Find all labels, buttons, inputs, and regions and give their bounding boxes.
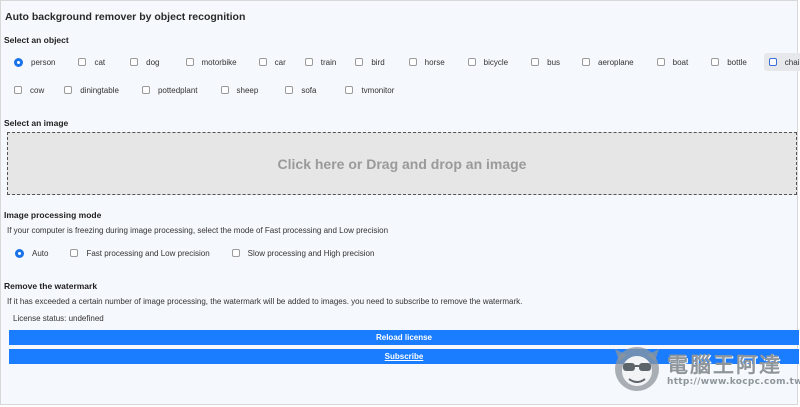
checkbox-icon[interactable]: [408, 58, 417, 66]
object-option-person[interactable]: person: [9, 53, 61, 71]
mascot-icon: [615, 347, 659, 391]
object-option-train[interactable]: train: [300, 53, 343, 71]
object-label: bottle: [727, 57, 747, 67]
mode-option-1[interactable]: Fast processing and Low precision: [70, 248, 210, 258]
object-label: bus: [547, 57, 561, 67]
checkbox-icon[interactable]: [64, 86, 73, 94]
object-option-bottle[interactable]: bottle: [706, 53, 753, 71]
checkbox-icon[interactable]: [531, 58, 540, 66]
checkbox-icon[interactable]: [258, 58, 267, 66]
object-option-bicycle[interactable]: bicycle: [463, 53, 514, 71]
object-label: person: [31, 57, 56, 67]
object-option-aeroplane[interactable]: aeroplane: [577, 53, 640, 71]
license-status: License status: undefined: [13, 314, 104, 323]
mode-option-0[interactable]: Auto: [15, 248, 49, 258]
checkbox-icon[interactable]: [355, 58, 364, 66]
object-option-motorbike[interactable]: motorbike: [181, 53, 243, 71]
checkbox-icon[interactable]: [656, 58, 665, 66]
object-label: dog: [146, 57, 160, 67]
processing-description: If your computer is freezing during imag…: [7, 226, 389, 235]
checkbox-icon[interactable]: [768, 58, 777, 66]
checkbox-icon[interactable]: [14, 86, 22, 94]
object-label: cat: [94, 57, 106, 67]
object-label: sofa: [301, 85, 317, 95]
object-label: bird: [371, 57, 385, 67]
object-option-diningtable[interactable]: diningtable: [59, 81, 125, 99]
object-option-boat[interactable]: boat: [652, 53, 695, 71]
image-heading: Select an image: [4, 118, 69, 128]
checkbox-icon[interactable]: [130, 58, 139, 66]
checkbox-icon[interactable]: [78, 58, 87, 66]
watermark-heading: Remove the watermark: [4, 281, 98, 291]
object-label: pottedplant: [157, 85, 198, 95]
object-label: aeroplane: [598, 57, 634, 67]
app-window: Auto background remover by object recogn…: [0, 0, 800, 405]
object-label: bicycle: [483, 57, 509, 67]
mode-label: Auto: [32, 248, 49, 258]
subscribe-label: Subscribe: [384, 352, 424, 361]
object-label: motorbike: [201, 57, 237, 67]
object-label: sheep: [236, 85, 259, 95]
mode-label: Fast processing and Low precision: [86, 248, 210, 258]
checkbox-icon[interactable]: [467, 58, 476, 66]
checkbox-icon[interactable]: [285, 86, 294, 94]
mode-option-2[interactable]: Slow processing and High precision: [231, 248, 375, 258]
object-option-sofa[interactable]: sofa: [280, 81, 322, 99]
mode-label: Slow processing and High precision: [247, 248, 375, 258]
object-label: diningtable: [80, 85, 119, 95]
object-option-horse[interactable]: horse: [404, 53, 451, 71]
site-watermark: 電腦王阿達 http://www.kocpc.com.tw: [609, 341, 800, 397]
checkbox-icon[interactable]: [711, 58, 720, 66]
watermark-url: http://www.kocpc.com.tw: [667, 377, 800, 387]
object-label: train: [320, 57, 337, 67]
object-option-car[interactable]: car: [254, 53, 292, 71]
object-label: tvmonitor: [361, 85, 395, 95]
object-option-pottedplant[interactable]: pottedplant: [137, 81, 204, 99]
checkbox-icon[interactable]: [345, 86, 354, 94]
checkbox-icon[interactable]: [220, 86, 229, 94]
checkbox-checked-icon[interactable]: [14, 57, 23, 67]
object-label: chair: [784, 57, 800, 67]
checkbox-icon[interactable]: [141, 86, 150, 94]
object-option-dog[interactable]: dog: [125, 53, 165, 71]
checkbox-icon[interactable]: [582, 58, 591, 66]
checkbox-icon[interactable]: [304, 58, 313, 66]
object-label: horse: [424, 57, 445, 67]
dropzone-text: Click here or Drag and drop an image: [277, 155, 527, 172]
page-title: Auto background remover by object recogn…: [5, 11, 246, 23]
processing-modes: Auto Fast processing and Low precision Slo…: [15, 246, 396, 260]
object-option-cat[interactable]: cat: [73, 53, 111, 71]
image-dropzone[interactable]: Click here or Drag and drop an image: [7, 132, 797, 195]
object-option-bird[interactable]: bird: [350, 53, 390, 71]
object-option-sheep[interactable]: sheep: [216, 81, 265, 99]
object-option-tvmonitor[interactable]: tvmonitor: [340, 81, 400, 99]
checkbox-icon[interactable]: [70, 249, 79, 257]
object-selector: person cat dog motorbike car train bird horse bi…: [9, 53, 800, 109]
object-option-cow[interactable]: cow: [9, 81, 50, 99]
object-row-2: cow diningtable pottedplant sheep sofa tvmoni…: [9, 81, 799, 99]
processing-heading: Image processing mode: [4, 210, 102, 220]
checkbox-icon[interactable]: [231, 249, 240, 257]
object-option-bus[interactable]: bus: [526, 53, 566, 71]
object-option-chair[interactable]: chair: [763, 53, 800, 71]
object-label: car: [274, 57, 286, 67]
objects-heading: Select an object: [4, 35, 69, 45]
watermark-description: If it has exceeded a certain number of i…: [7, 297, 523, 306]
object-label: cow: [30, 85, 45, 95]
reload-license-label: Reload license: [375, 333, 433, 342]
object-row-1: person cat dog motorbike car train bird horse bi…: [9, 53, 800, 71]
radio-checked-icon[interactable]: [15, 248, 24, 258]
checkbox-icon[interactable]: [185, 58, 194, 66]
object-label: boat: [672, 57, 689, 67]
watermark-brand: 電腦王阿達: [667, 353, 782, 377]
